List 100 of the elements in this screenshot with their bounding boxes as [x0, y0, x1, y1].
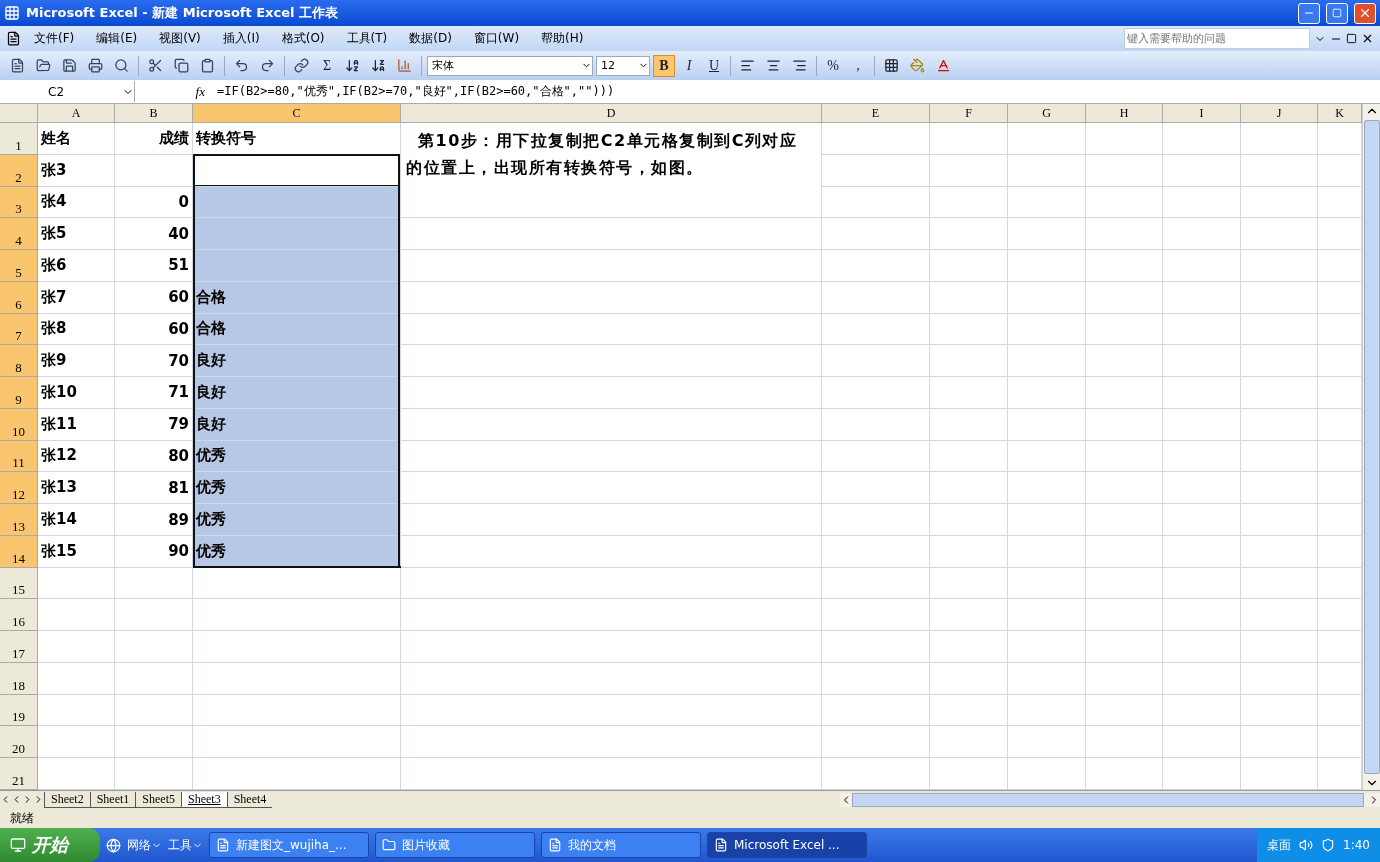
grid-cell[interactable]: [193, 154, 401, 187]
column-header[interactable]: D: [401, 104, 822, 123]
vertical-scrollbar[interactable]: [1362, 104, 1380, 790]
grid-cell[interactable]: 良好: [193, 408, 401, 441]
row-header[interactable]: 4: [0, 218, 38, 251]
grid-cell[interactable]: [193, 250, 401, 282]
row-header[interactable]: 7: [0, 313, 38, 346]
row-header[interactable]: 2: [0, 154, 38, 187]
menu-item[interactable]: 插入(I): [213, 28, 269, 49]
quick-launch-item[interactable]: 工具: [168, 836, 203, 854]
select-all-corner[interactable]: [0, 104, 38, 123]
row-header[interactable]: 20: [0, 726, 38, 759]
column-header[interactable]: A: [38, 104, 115, 123]
column-header[interactable]: I: [1163, 104, 1241, 123]
grid-cell[interactable]: 合格: [193, 281, 401, 314]
font-select[interactable]: 宋体: [427, 55, 593, 76]
menu-item[interactable]: 帮助(H): [532, 28, 593, 49]
column-header[interactable]: C: [193, 104, 401, 123]
row-header[interactable]: 1: [0, 123, 38, 155]
grid-cell[interactable]: 良好: [193, 377, 401, 409]
taskbar-button[interactable]: 我的文档: [541, 832, 701, 858]
row-header[interactable]: 16: [0, 599, 38, 632]
grid-cell[interactable]: 优秀: [193, 535, 401, 568]
sheet-tab[interactable]: Sheet2: [44, 791, 90, 808]
grid-cell[interactable]: 60: [115, 313, 193, 346]
row-header[interactable]: 14: [0, 535, 38, 568]
column-header[interactable]: J: [1241, 104, 1318, 123]
grid-cell[interactable]: 第10步：用下拉复制把C2单元格复制到C列对应的位置上，出现所有转换符号，如图。: [401, 123, 822, 219]
row-header[interactable]: 12: [0, 472, 38, 505]
grid-cell[interactable]: 张12: [38, 440, 115, 473]
grid-cell[interactable]: 51: [115, 250, 193, 282]
column-header[interactable]: H: [1086, 104, 1163, 123]
row-header[interactable]: 8: [0, 345, 38, 378]
grid-cell[interactable]: 张3: [38, 154, 115, 187]
autosum-button[interactable]: Σ: [316, 54, 338, 77]
grid-cell[interactable]: 70: [115, 345, 193, 378]
grid-cell[interactable]: 60: [115, 281, 193, 314]
grid-cell[interactable]: 张9: [38, 345, 115, 378]
grid-cell[interactable]: 张7: [38, 281, 115, 314]
globe-icon[interactable]: [106, 837, 121, 853]
grid-cell[interactable]: 张8: [38, 313, 115, 346]
grid-cell[interactable]: 40: [115, 218, 193, 251]
shield-icon[interactable]: [1321, 838, 1336, 852]
grid-cell[interactable]: 79: [115, 408, 193, 441]
taskbar-button[interactable]: 新建图文_wujiha_...: [209, 832, 369, 858]
sheet-tab[interactable]: Sheet1: [89, 791, 136, 808]
grid-cell[interactable]: 优秀: [193, 504, 401, 536]
grid-cell[interactable]: 张13: [38, 472, 115, 505]
grid-cell[interactable]: 张14: [38, 504, 115, 536]
grid-cell[interactable]: 张6: [38, 250, 115, 282]
grid-cell[interactable]: 良好: [193, 345, 401, 378]
row-header[interactable]: 18: [0, 662, 38, 695]
grid-cell[interactable]: 90: [115, 535, 193, 568]
row-header[interactable]: 6: [0, 281, 38, 314]
grid-cell[interactable]: 姓名: [38, 123, 115, 155]
row-header[interactable]: 15: [0, 567, 38, 600]
close-button[interactable]: [1354, 2, 1376, 24]
menu-item[interactable]: 编辑(E): [87, 28, 147, 49]
taskbar-button[interactable]: Microsoft Excel ...: [707, 832, 867, 858]
insert-function-button[interactable]: fx: [135, 83, 213, 100]
menu-item[interactable]: 数据(D): [400, 28, 461, 49]
help-search-field[interactable]: 键入需要帮助的问题: [1124, 28, 1310, 49]
volume-icon[interactable]: [1299, 838, 1314, 852]
grid-cell[interactable]: 优秀: [193, 440, 401, 473]
grid-cell[interactable]: 张11: [38, 408, 115, 441]
text-style-button[interactable]: U: [703, 54, 725, 77]
close-icon[interactable]: [1361, 32, 1374, 45]
text-style-button[interactable]: I: [678, 54, 700, 77]
grid-cell[interactable]: [193, 186, 401, 219]
row-header[interactable]: 17: [0, 631, 38, 663]
menu-item[interactable]: 文件(F): [25, 28, 84, 49]
column-header[interactable]: B: [115, 104, 193, 123]
row-header[interactable]: 10: [0, 408, 38, 441]
quick-launch-item[interactable]: 网络: [127, 836, 162, 854]
menu-item[interactable]: 格式(O): [272, 28, 334, 49]
grid-cell[interactable]: 80: [115, 440, 193, 473]
column-header[interactable]: K: [1318, 104, 1362, 123]
row-header[interactable]: 21: [0, 758, 38, 790]
restore-button[interactable]: [1326, 2, 1348, 24]
grid-cell[interactable]: 合格: [193, 313, 401, 346]
menu-item[interactable]: 窗口(W): [464, 28, 529, 49]
row-header[interactable]: 9: [0, 377, 38, 409]
column-header[interactable]: E: [822, 104, 930, 123]
taskbar-button[interactable]: 图片收藏: [375, 832, 535, 858]
grid-cell[interactable]: 张5: [38, 218, 115, 251]
sheet-tab[interactable]: Sheet4: [226, 791, 273, 808]
font-size-select[interactable]: 12: [596, 55, 650, 76]
minimize-button[interactable]: [1298, 2, 1320, 24]
row-header[interactable]: 13: [0, 504, 38, 536]
grid-cell[interactable]: [193, 218, 401, 251]
menu-item[interactable]: 工具(T): [337, 28, 397, 49]
grid-cell[interactable]: 89: [115, 504, 193, 536]
grid-cell[interactable]: 张4: [38, 186, 115, 219]
grid-cell[interactable]: 张10: [38, 377, 115, 409]
row-header[interactable]: 5: [0, 250, 38, 282]
column-header[interactable]: G: [1008, 104, 1086, 123]
grid-cell[interactable]: 81: [115, 472, 193, 505]
text-style-button[interactable]: B: [653, 54, 675, 77]
horizontal-scrollbar[interactable]: [840, 792, 1380, 807]
grid-cell[interactable]: 71: [115, 377, 193, 409]
